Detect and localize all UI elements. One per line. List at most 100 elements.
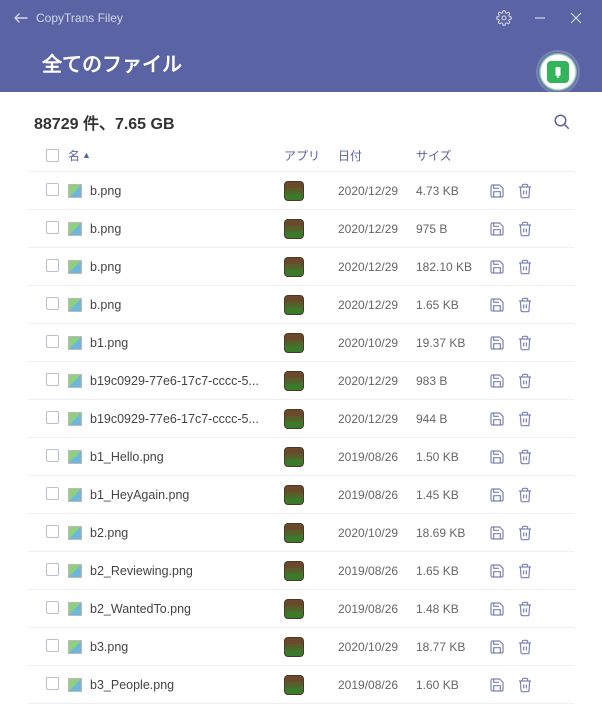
row-checkbox[interactable] [46,639,59,652]
save-button[interactable] [488,334,506,352]
table-row[interactable]: b2_Reviewing.png2019/08/261.65 KB [28,552,574,590]
search-button[interactable] [550,110,574,134]
delete-button[interactable] [516,334,534,352]
image-file-icon [68,564,82,578]
delete-button[interactable] [516,486,534,504]
sort-asc-icon: ▲ [82,151,91,160]
file-name: b2_Reviewing.png [90,564,193,578]
file-name: b19c0929-77e6-17c7-cccc-5... [90,374,259,388]
column-name-label: 名 [68,147,80,164]
column-app[interactable]: アプリ [284,147,338,164]
save-button[interactable] [488,372,506,390]
row-checkbox[interactable] [46,297,59,310]
save-button[interactable] [488,296,506,314]
back-button[interactable] [12,13,30,23]
table-row[interactable]: b1_Hello.png2019/08/261.50 KB [28,438,574,476]
column-size[interactable]: サイズ [416,147,488,164]
minimize-button[interactable] [522,0,558,36]
file-name-cell: b19c0929-77e6-17c7-cccc-5... [68,374,284,388]
file-name-cell: b19c0929-77e6-17c7-cccc-5... [68,412,284,426]
file-name: b1_HeyAgain.png [90,488,189,502]
device-badge[interactable] [538,52,578,92]
summary-bar: 88729 件、7.65 GB [0,92,602,136]
save-button[interactable] [488,486,506,504]
table-row[interactable]: b3_People.png2019/08/261.60 KB [28,666,574,704]
table-row[interactable]: b2.png2020/10/2918.69 KB [28,514,574,552]
table-row[interactable]: b19c0929-77e6-17c7-cccc-5...2020/12/2998… [28,362,574,400]
file-date: 2019/08/26 [338,450,416,464]
device-icon [547,61,569,83]
file-date: 2019/08/26 [338,564,416,578]
settings-button[interactable] [486,0,522,36]
file-name: b.png [90,260,121,274]
select-all-checkbox[interactable] [46,149,59,162]
file-size: 975 B [416,222,488,236]
save-button[interactable] [488,562,506,580]
delete-button[interactable] [516,296,534,314]
row-checkbox[interactable] [46,525,59,538]
file-name: b3_People.png [90,678,174,692]
file-name: b.png [90,298,121,312]
delete-button[interactable] [516,562,534,580]
row-checkbox[interactable] [46,677,59,690]
column-date[interactable]: 日付 [338,147,416,164]
row-checkbox[interactable] [46,373,59,386]
table-row[interactable]: b1.png2020/10/2919.37 KB [28,324,574,362]
delete-button[interactable] [516,220,534,238]
row-checkbox[interactable] [46,221,59,234]
file-name-cell: b3.png [68,640,284,654]
row-checkbox[interactable] [46,449,59,462]
delete-button[interactable] [516,448,534,466]
file-name: b19c0929-77e6-17c7-cccc-5... [90,412,259,426]
save-button[interactable] [488,182,506,200]
table-row[interactable]: b.png 2020/12/291.65 KB [28,286,574,324]
column-name[interactable]: 名 ▲ [68,147,284,164]
file-date: 2019/08/26 [338,602,416,616]
save-button[interactable] [488,638,506,656]
file-date: 2019/08/26 [338,488,416,502]
table-row[interactable]: b.png2020/12/294.73 KB [28,172,574,210]
save-button[interactable] [488,410,506,428]
row-checkbox[interactable] [46,183,59,196]
image-file-icon [68,526,82,540]
save-button[interactable] [488,258,506,276]
table-row[interactable]: b1_HeyAgain.png2019/08/261.45 KB [28,476,574,514]
image-file-icon [68,260,82,274]
row-checkbox[interactable] [46,335,59,348]
table-row[interactable]: b2_WantedTo.png2019/08/261.48 KB [28,590,574,628]
image-file-icon [68,222,82,236]
row-checkbox[interactable] [46,563,59,576]
row-checkbox[interactable] [46,259,59,272]
delete-button[interactable] [516,638,534,656]
file-name-cell: b.png [68,184,284,198]
file-size: 944 B [416,412,488,426]
save-button[interactable] [488,448,506,466]
file-size: 1.65 KB [416,298,488,312]
delete-button[interactable] [516,372,534,390]
file-name-cell: b1.png [68,336,284,350]
app-icon [284,561,304,581]
app-title: CopyTrans Filey [30,11,486,25]
delete-button[interactable] [516,524,534,542]
delete-button[interactable] [516,410,534,428]
file-size: 4.73 KB [416,184,488,198]
save-button[interactable] [488,220,506,238]
delete-button[interactable] [516,600,534,618]
table-row[interactable]: b19c0929-77e6-17c7-cccc-5...2020/12/2994… [28,400,574,438]
table-row[interactable]: b.png2020/12/29182.10 KB [28,248,574,286]
file-date: 2020/12/29 [338,298,416,312]
save-button[interactable] [488,524,506,542]
close-button[interactable] [558,0,594,36]
row-checkbox[interactable] [46,411,59,424]
table-row[interactable]: b3.png2020/10/2918.77 KB [28,628,574,666]
save-button[interactable] [488,600,506,618]
app-icon [284,333,304,353]
delete-button[interactable] [516,258,534,276]
row-checkbox[interactable] [46,601,59,614]
row-checkbox[interactable] [46,487,59,500]
delete-button[interactable] [516,182,534,200]
app-icon [284,295,304,315]
table-row[interactable]: b.png2020/12/29975 B [28,210,574,248]
delete-button[interactable] [516,676,534,694]
save-button[interactable] [488,676,506,694]
